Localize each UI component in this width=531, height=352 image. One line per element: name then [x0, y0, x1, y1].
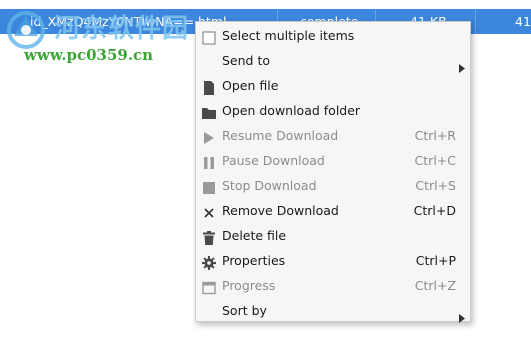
menu-item-label: Open file	[222, 78, 279, 93]
menu-item-pause-download: Pause Download Ctrl+C	[196, 148, 470, 173]
menu-item-label: Progress	[222, 278, 276, 293]
pause-icon	[202, 153, 216, 169]
folder-icon	[202, 103, 216, 119]
menu-item-label: Properties	[222, 253, 286, 268]
menu-item-label: Delete file	[222, 228, 287, 243]
menu-item-label: Resume Download	[222, 128, 339, 143]
menu-item-label: Stop Download	[222, 178, 317, 193]
stop-icon	[202, 178, 216, 194]
watermark: 河东软件园 www.pc0359.cn	[0, 0, 210, 70]
menu-item-open-download-folder[interactable]: Open download folder	[196, 98, 470, 123]
menu-item-resume-download: Resume Download Ctrl+R	[196, 123, 470, 148]
watermark-url: www.pc0359.cn	[24, 46, 154, 64]
menu-item-label: Remove Download	[222, 203, 339, 218]
menu-item-remove-download[interactable]: Remove Download Ctrl+D	[196, 198, 470, 223]
download-extra-column: 41	[515, 14, 531, 29]
menu-item-shortcut: Ctrl+P	[415, 253, 456, 268]
menu-item-label: Select multiple items	[222, 28, 355, 43]
menu-item-select-multiple[interactable]: Select multiple items	[196, 23, 470, 48]
menu-item-shortcut: Ctrl+C	[414, 153, 456, 168]
submenu-arrow-icon	[459, 306, 465, 331]
menu-item-delete-file[interactable]: Delete file	[196, 223, 470, 248]
menu-item-label: Sort by	[222, 303, 267, 318]
menu-item-sort-by[interactable]: Sort by	[196, 298, 470, 323]
menu-item-label: Send to	[222, 53, 271, 68]
menu-item-properties[interactable]: Properties Ctrl+P	[196, 248, 470, 273]
column-divider	[475, 9, 476, 34]
gear-icon	[202, 253, 216, 270]
menu-item-shortcut: Ctrl+S	[415, 178, 456, 193]
watermark-logo-icon	[7, 11, 45, 49]
menu-item-stop-download: Stop Download Ctrl+S	[196, 173, 470, 198]
context-menu: Select multiple items Send to Open file …	[195, 21, 471, 323]
menu-item-shortcut: Ctrl+D	[413, 203, 456, 218]
menu-item-progress: Progress Ctrl+Z	[196, 273, 470, 298]
file-icon	[202, 78, 216, 95]
menu-item-shortcut: Ctrl+R	[414, 128, 456, 143]
watermark-title: 河东软件园	[54, 14, 190, 44]
trash-icon	[202, 228, 216, 245]
close-icon	[202, 203, 216, 218]
menu-item-label: Pause Download	[222, 153, 325, 168]
menu-item-shortcut: Ctrl+Z	[414, 278, 456, 293]
menu-item-open-file[interactable]: Open file	[196, 73, 470, 98]
menu-item-send-to[interactable]: Send to	[196, 48, 470, 73]
play-icon	[202, 128, 216, 144]
menu-item-label: Open download folder	[222, 103, 361, 118]
window-icon	[202, 278, 216, 295]
checkbox-icon[interactable]	[202, 28, 216, 45]
